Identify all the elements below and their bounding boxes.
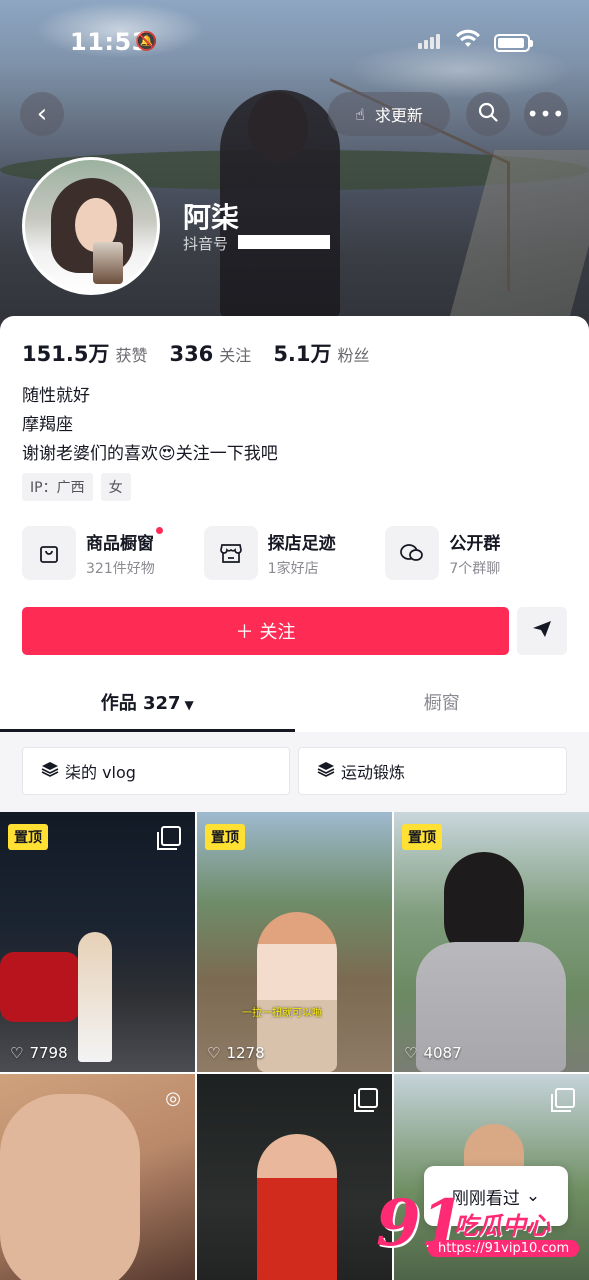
tab-showcase-label: 橱窗 [423, 693, 460, 714]
multi-image-icon [551, 1088, 575, 1112]
layers-icon [317, 761, 335, 781]
chat-icon [385, 526, 440, 580]
store-visits-entry[interactable]: 探店足迹 1家好店 [203, 526, 386, 580]
gender-tag: 女 [100, 473, 131, 501]
pinned-badge: 置顶 [205, 824, 245, 850]
caret-down-icon: ▼ [184, 698, 194, 712]
video-caption: 一拉一扭就可以啦 [242, 1008, 322, 1019]
feature-entries: 商品橱窗 321件好物 探店足迹 1家好店 公开群 7个群聊 [22, 526, 567, 580]
multi-image-icon [157, 826, 181, 850]
tab-showcase[interactable]: 橱窗 [295, 682, 589, 732]
watermark-url: https://91vip10.com [428, 1240, 580, 1257]
layers-icon [41, 761, 59, 781]
multi-image-icon [354, 1088, 378, 1112]
chevron-left-icon: ‹ [36, 99, 48, 129]
stat-likes: 151.5万 获赞 [22, 342, 148, 366]
profile-info-card: 151.5万 获赞 336 关注 5.1万 粉丝 随性就好 摩羯座 谢谢老婆们的喜欢😍… [0, 316, 589, 1280]
video-thumbnail[interactable]: 置顶 ♡ 7798 [0, 812, 195, 1072]
like-count: ♡ 4087 [404, 1044, 462, 1062]
heart-icon: ♡ [10, 1044, 24, 1062]
feature-subtitle: 7个群聊 [449, 560, 501, 577]
tab-works-label: 作品 327 [100, 693, 181, 714]
request-update-button[interactable]: ☝ 求更新 [328, 92, 450, 136]
feature-subtitle: 321件好物 [86, 560, 155, 577]
follow-label: 关注 [259, 622, 296, 643]
feature-title: 公开群 [449, 533, 501, 554]
pinned-badge: 置顶 [402, 824, 442, 850]
search-icon [478, 102, 498, 127]
status-bar: 11:53 🔕 [0, 28, 589, 62]
bio-line: 谢谢老婆们的喜欢😍关注一下我吧 [22, 444, 278, 464]
more-dots-icon: ••• [526, 102, 566, 126]
profile-tags: IP：广西 女 [22, 473, 131, 501]
profile-username: 阿柒 [183, 201, 240, 234]
store-icon [203, 526, 258, 580]
cellular-signal-icon [418, 34, 440, 49]
watermark-brand: 吃瓜中心 [454, 1212, 550, 1240]
search-button[interactable] [466, 92, 510, 136]
collections-row: 柒的 vlog 运动锻炼 [0, 732, 589, 812]
feature-title: 探店足迹 [267, 533, 336, 554]
stat-following[interactable]: 336 关注 [169, 342, 251, 366]
plus-icon: ＋ [235, 622, 254, 643]
profile-tabs: 作品 327 ▼ 橱窗 [0, 682, 589, 732]
feature-subtitle: 1家好店 [267, 560, 319, 577]
share-button[interactable] [517, 607, 567, 655]
site-watermark: 91 吃瓜中心 https://91vip10.com [376, 1186, 580, 1266]
request-update-label: 求更新 [374, 106, 423, 125]
profile-stats: 151.5万 获赞 336 关注 5.1万 粉丝 [22, 338, 370, 368]
collection-chip[interactable]: 运动锻炼 [298, 747, 567, 795]
wifi-icon [455, 28, 481, 56]
tab-works[interactable]: 作品 327 ▼ [0, 682, 295, 732]
feature-title: 商品橱窗 [86, 526, 163, 554]
profile-bio: 随性就好 摩羯座 谢谢老婆们的喜欢😍关注一下我吧 [22, 382, 278, 469]
mute-bell-icon: 🔕 [135, 31, 158, 52]
collection-label: 柒的 vlog [65, 763, 136, 782]
pointing-hand-icon: ☝ [355, 104, 365, 124]
bio-line: 摩羯座 [22, 415, 73, 435]
douyin-id-label: 抖音号 [183, 235, 229, 253]
video-thumbnail[interactable]: 置顶 一拉一扭就可以啦 ♡ 1278 [197, 812, 392, 1072]
pinned-badge: 置顶 [8, 824, 48, 850]
video-thumbnail[interactable]: 置顶 ♡ 4087 [394, 812, 589, 1072]
battery-icon [494, 34, 533, 52]
heart-icon: ♡ [404, 1044, 418, 1062]
back-button[interactable]: ‹ [20, 92, 64, 136]
ip-location-tag: IP：广西 [22, 473, 93, 501]
shop-showcase-entry[interactable]: 商品橱窗 321件好物 [22, 526, 204, 580]
bio-line: 随性就好 [22, 386, 90, 406]
avatar[interactable] [22, 157, 160, 295]
public-group-entry[interactable]: 公开群 7个群聊 [385, 526, 567, 580]
live-photo-icon: ◎ [165, 1088, 181, 1109]
notification-dot [155, 526, 163, 534]
video-thumbnail[interactable] [197, 1074, 392, 1280]
shopping-bag-icon [22, 526, 76, 580]
heart-icon: ♡ [207, 1044, 221, 1062]
like-count: ♡ 7798 [10, 1044, 68, 1062]
collection-chip[interactable]: 柒的 vlog [22, 747, 290, 795]
collection-label: 运动锻炼 [341, 763, 406, 782]
video-thumbnail[interactable]: ◎ [0, 1074, 195, 1280]
redacted-id [238, 235, 330, 249]
profile-screen: 11:53 🔕 ‹ ☝ 求更新 ••• 阿柒 抖音号 151.5万 获赞 336 关… [0, 0, 589, 1280]
follow-button[interactable]: ＋ 关注 [22, 607, 509, 655]
more-options-button[interactable]: ••• [524, 92, 568, 136]
stat-followers[interactable]: 5.1万 粉丝 [273, 338, 369, 368]
like-count: ♡ 1278 [207, 1044, 265, 1062]
send-arrow-icon [532, 620, 552, 643]
